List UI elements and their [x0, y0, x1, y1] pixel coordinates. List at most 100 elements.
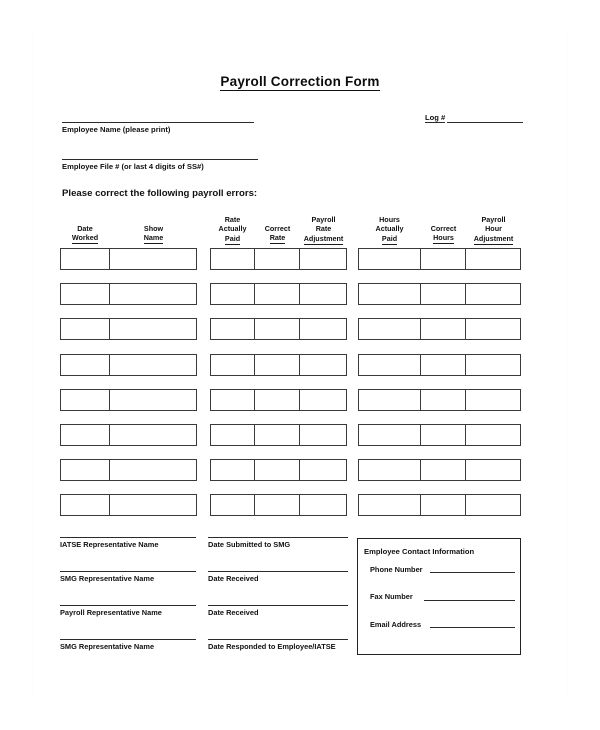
cell-payroll-rate-adjustment[interactable] [300, 425, 346, 445]
header-payroll-rate-adjustment-line2: Rate [315, 224, 332, 234]
cell-payroll-hour-adjustment[interactable] [466, 355, 520, 375]
employee-file-rule [62, 159, 258, 160]
cell-correct-hours[interactable] [421, 319, 466, 340]
date-responded-label: Date Responded to Employee/IATSE [208, 642, 336, 651]
header-payroll-hour-adjustment: Payroll Hour Adjustment [466, 215, 521, 245]
cell-payroll-rate-adjustment[interactable] [300, 249, 346, 269]
cell-hours-actually-paid[interactable] [359, 389, 422, 410]
header-payroll-rate-adjustment: Payroll Rate Adjustment [300, 215, 347, 245]
cell-show-name[interactable] [110, 284, 196, 304]
employee-name-label: Employee Name (please print) [62, 125, 171, 134]
payroll-rep-rule [60, 605, 196, 606]
cell-correct-rate[interactable] [255, 389, 300, 410]
table-row [210, 459, 347, 482]
cell-payroll-hour-adjustment[interactable] [466, 249, 520, 269]
header-payroll-hour-adjustment-line3: Adjustment [473, 233, 514, 245]
cell-payroll-hour-adjustment[interactable] [466, 390, 520, 410]
header-hours-actually-paid-line1: Hours [379, 215, 400, 224]
cell-payroll-hour-adjustment[interactable] [466, 495, 520, 515]
header-date-worked-line1: Date [77, 224, 93, 233]
cell-date-worked[interactable] [61, 284, 111, 305]
cell-hours-actually-paid[interactable] [359, 319, 422, 340]
table-row [358, 353, 521, 376]
cell-rate-actually-paid[interactable] [211, 319, 256, 340]
cell-hours-actually-paid[interactable] [359, 249, 422, 269]
cell-show-name[interactable] [110, 460, 196, 480]
cell-correct-hours[interactable] [421, 354, 466, 375]
cell-payroll-rate-adjustment[interactable] [300, 495, 346, 515]
cell-rate-actually-paid[interactable] [211, 249, 256, 269]
cell-hours-actually-paid[interactable] [359, 425, 422, 445]
cell-correct-rate[interactable] [255, 425, 300, 445]
cell-payroll-hour-adjustment[interactable] [466, 425, 520, 445]
header-rate-actually-paid: Rate Actually Paid [210, 215, 255, 245]
cell-date-worked[interactable] [61, 354, 111, 375]
cell-payroll-rate-adjustment[interactable] [300, 284, 346, 304]
cell-correct-hours[interactable] [421, 495, 466, 516]
header-payroll-rate-adjustment-line3: Adjustment [303, 233, 344, 245]
cell-date-worked[interactable] [61, 389, 111, 410]
header-show-name: Show Name [110, 224, 197, 245]
header-rate-actually-paid-line3: Paid [224, 233, 241, 245]
cell-payroll-hour-adjustment[interactable] [466, 460, 520, 480]
cell-correct-hours[interactable] [421, 284, 466, 305]
cell-payroll-hour-adjustment[interactable] [466, 284, 520, 304]
cell-rate-actually-paid[interactable] [211, 389, 256, 410]
cell-hours-actually-paid[interactable] [359, 284, 422, 305]
cell-rate-actually-paid[interactable] [211, 354, 256, 375]
email-address-label: Email Address [370, 620, 422, 629]
cell-hours-actually-paid[interactable] [359, 354, 422, 375]
fax-number-rule [424, 600, 515, 601]
header-payroll-hour-adjustment-line1: Payroll [481, 215, 506, 224]
cell-date-worked[interactable] [61, 425, 111, 445]
cell-correct-hours[interactable] [421, 389, 466, 410]
header-rate-actually-paid-line2: Actually [218, 224, 247, 234]
cell-correct-hours[interactable] [421, 249, 466, 269]
iatse-rep-label: IATSE Representative Name [60, 540, 159, 549]
employee-name-rule [62, 122, 254, 123]
cell-payroll-rate-adjustment[interactable] [300, 319, 346, 339]
log-number-label: Log # [425, 113, 446, 123]
cell-show-name[interactable] [110, 390, 196, 410]
cell-correct-rate[interactable] [255, 354, 300, 375]
header-show-name-line1: Show [143, 224, 164, 233]
cell-date-worked[interactable] [61, 460, 111, 481]
cell-correct-rate[interactable] [255, 460, 300, 481]
cell-date-worked[interactable] [61, 249, 111, 269]
cell-payroll-rate-adjustment[interactable] [300, 460, 346, 480]
header-correct-rate-line2: Rate [269, 233, 286, 245]
cell-correct-hours[interactable] [421, 425, 466, 445]
cell-correct-rate[interactable] [255, 319, 300, 340]
table-row [358, 424, 521, 446]
table-row [60, 248, 197, 270]
cell-correct-rate[interactable] [255, 495, 300, 516]
cell-rate-actually-paid[interactable] [211, 460, 256, 481]
cell-show-name[interactable] [110, 249, 196, 269]
cell-show-name[interactable] [110, 425, 196, 445]
table-row [60, 388, 197, 411]
employee-contact-box: Employee Contact Information Phone Numbe… [357, 538, 521, 655]
table-row [210, 353, 347, 376]
cell-show-name[interactable] [110, 355, 196, 375]
header-rate-actually-paid-line1: Rate [224, 215, 241, 224]
header-date-worked-line2: Worked [71, 233, 99, 245]
cell-show-name[interactable] [110, 495, 196, 515]
cell-correct-rate[interactable] [255, 249, 300, 269]
cell-date-worked[interactable] [61, 319, 111, 340]
cell-correct-hours[interactable] [421, 460, 466, 481]
date-responded-rule [208, 639, 348, 640]
iatse-rep-rule [60, 537, 196, 538]
cell-rate-actually-paid[interactable] [211, 284, 256, 305]
table-row [358, 283, 521, 306]
cell-correct-rate[interactable] [255, 284, 300, 305]
cell-payroll-rate-adjustment[interactable] [300, 355, 346, 375]
cell-payroll-rate-adjustment[interactable] [300, 390, 346, 410]
table-row [210, 318, 347, 341]
cell-hours-actually-paid[interactable] [359, 460, 422, 481]
cell-rate-actually-paid[interactable] [211, 425, 256, 445]
cell-hours-actually-paid[interactable] [359, 495, 422, 516]
cell-payroll-hour-adjustment[interactable] [466, 319, 520, 339]
cell-rate-actually-paid[interactable] [211, 495, 256, 516]
cell-date-worked[interactable] [61, 495, 111, 516]
cell-show-name[interactable] [110, 319, 196, 339]
